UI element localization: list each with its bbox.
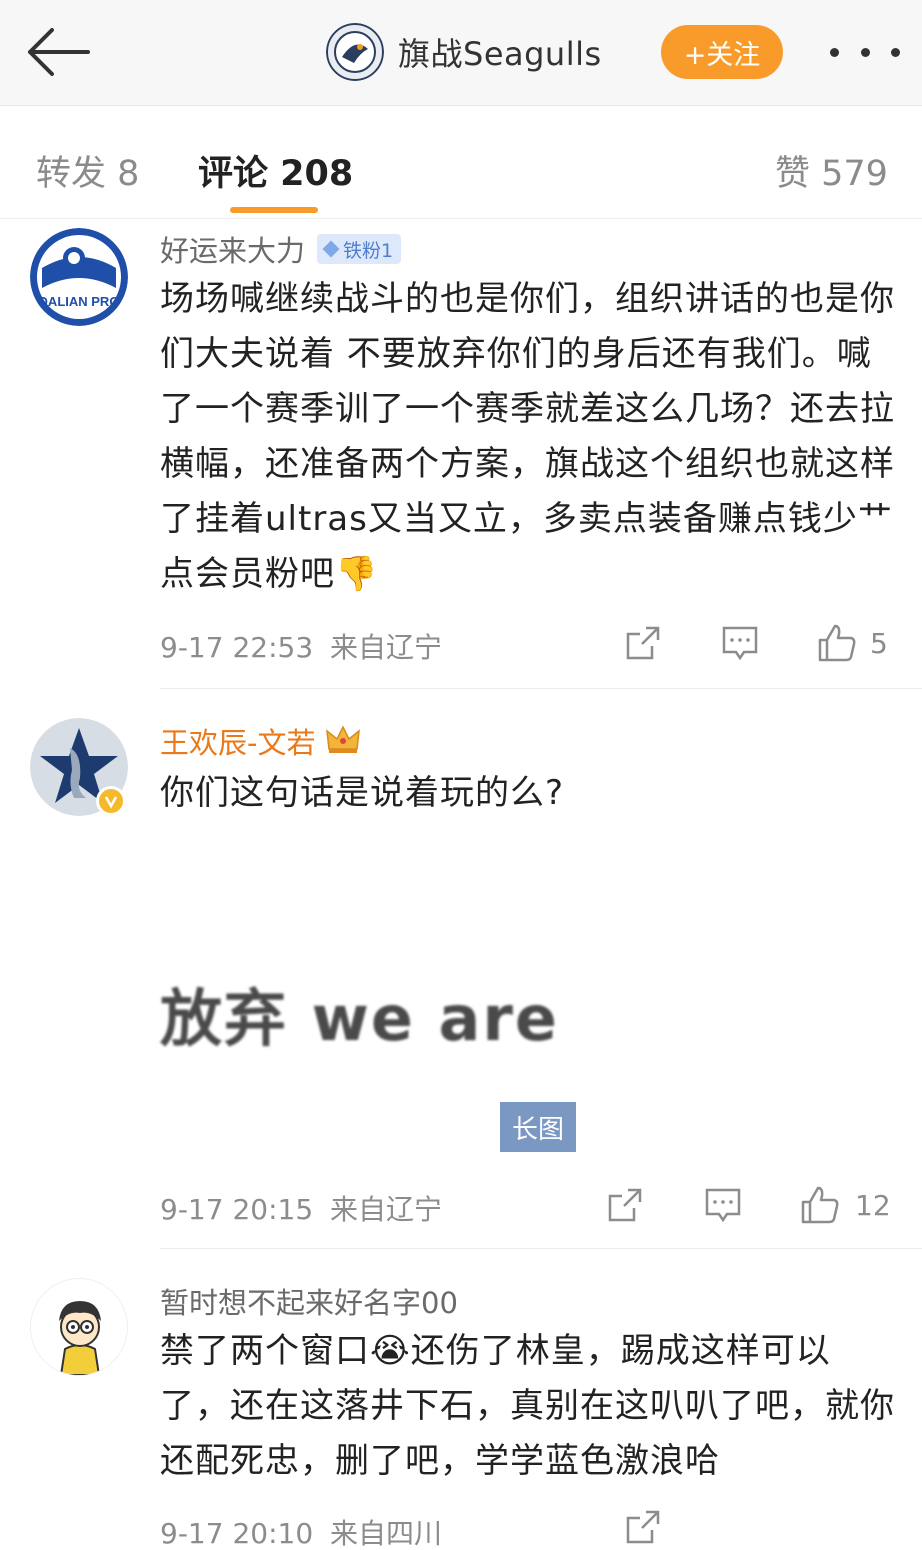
- account-header[interactable]: 旗战Seagulls: [326, 22, 602, 82]
- reply-icon[interactable]: [703, 1186, 743, 1224]
- comment-author-row: 暂时想不起来好名字00: [160, 1280, 458, 1322]
- back-arrow-icon[interactable]: [22, 22, 92, 82]
- divider: [160, 688, 922, 689]
- thumbs-up-icon: [801, 1186, 839, 1224]
- comment-author[interactable]: 好运来大力: [160, 228, 305, 270]
- comment-meta: 9-17 22:53 来自辽宁: [160, 626, 442, 666]
- thumbs-up-icon: [818, 624, 856, 662]
- comment-meta: 9-17 20:10 来自四川: [160, 1512, 442, 1550]
- like-button[interactable]: 5: [816, 622, 888, 664]
- verified-badge-icon: [96, 786, 126, 816]
- comment-text: 禁了两个窗口😭还伤了林皇，踢成这样可以了，还在这落井下石，真别在这叭叭了吧，就你…: [160, 1331, 895, 1481]
- more-options-icon[interactable]: [830, 30, 900, 74]
- comment-author-row: 好运来大力 铁粉1: [160, 228, 402, 270]
- share-icon[interactable]: [624, 624, 662, 662]
- active-tab-indicator: [230, 207, 318, 213]
- comment-author[interactable]: 暂时想不起来好名字00: [160, 1280, 458, 1322]
- comment-author[interactable]: 王欢辰-文若: [160, 720, 315, 762]
- avatar[interactable]: DALIAN PRO: [30, 228, 128, 326]
- comment-time: 9-17 22:53: [160, 631, 314, 664]
- comment-long-image[interactable]: 放弃 we are 长图: [160, 868, 580, 1158]
- account-name[interactable]: 旗战Seagulls: [398, 29, 602, 75]
- avatar[interactable]: [30, 1278, 128, 1376]
- tab-comments[interactable]: 评论 208: [198, 145, 353, 196]
- long-image-badge: 长图: [500, 1102, 576, 1152]
- like-count: 5: [870, 626, 888, 660]
- diamond-icon: [322, 240, 340, 258]
- comment-location: 来自辽宁: [330, 1193, 443, 1226]
- long-image-text: 放弃 we are: [160, 982, 559, 1055]
- tab-repost[interactable]: 转发 8: [36, 145, 139, 196]
- comment-meta: 9-17 20:15 来自辽宁: [160, 1188, 442, 1228]
- like-button[interactable]: 12: [799, 1184, 891, 1226]
- comment-location: 来自四川: [330, 1517, 443, 1550]
- share-icon[interactable]: [624, 1508, 662, 1546]
- follow-button[interactable]: +关注: [661, 25, 783, 79]
- comment-author-row: 王欢辰-文若: [160, 720, 361, 762]
- reply-icon[interactable]: [720, 624, 760, 662]
- comment-text: 你们这句话是说着玩的么?: [160, 773, 565, 813]
- comment-location: 来自辽宁: [330, 631, 443, 664]
- top-bar: 旗战Seagulls +关注: [0, 0, 922, 106]
- comment-text: 场场喊继续战斗的也是你们，组织讲话的也是你们大夫说着 不要放弃你们的身后还有我们…: [160, 279, 895, 594]
- divider: [160, 1248, 922, 1249]
- svg-text:DALIAN PRO: DALIAN PRO: [39, 294, 120, 309]
- crown-icon: [325, 723, 361, 759]
- comment-time: 9-17 20:15: [160, 1193, 314, 1226]
- tab-bar: 转发 8 评论 208 赞 579: [0, 107, 922, 219]
- fan-badge: 铁粉1: [317, 234, 402, 264]
- comment-time: 9-17 20:10: [160, 1517, 314, 1550]
- tab-likes[interactable]: 赞 579: [775, 145, 888, 196]
- account-avatar[interactable]: [326, 23, 384, 81]
- like-count: 12: [855, 1188, 891, 1222]
- share-icon[interactable]: [606, 1186, 644, 1224]
